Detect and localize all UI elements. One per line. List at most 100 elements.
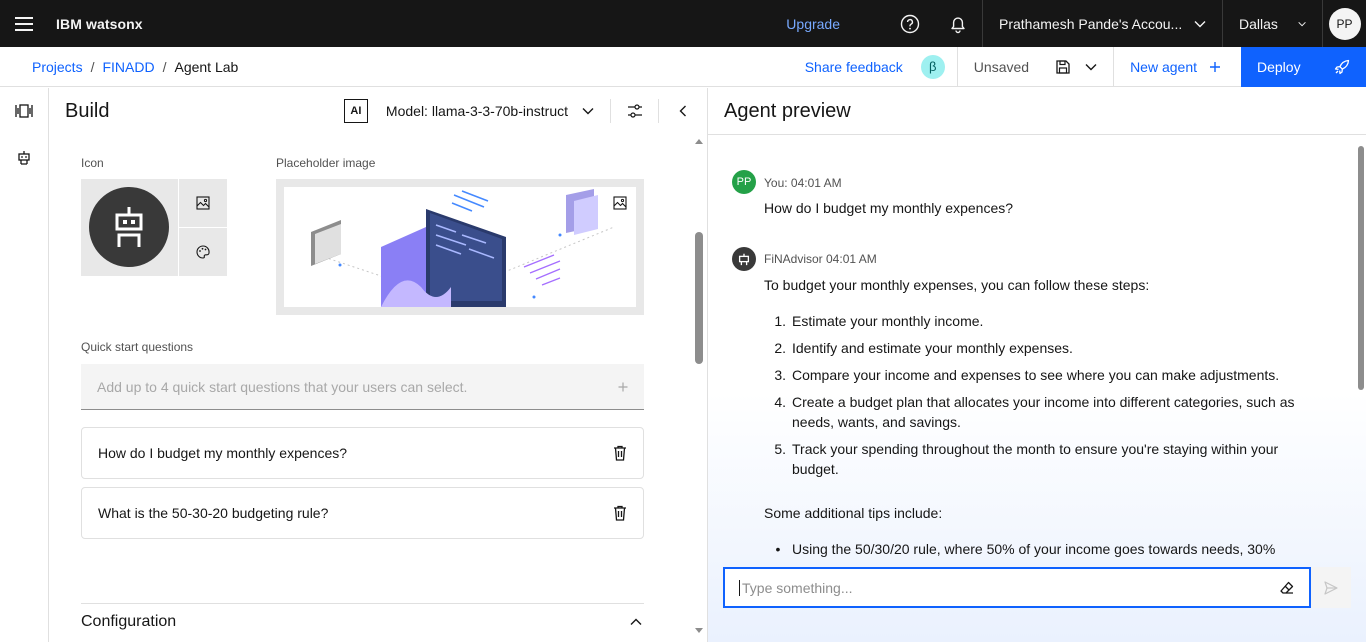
user-avatar: PP (732, 170, 756, 194)
list-item: 3. Compare your income and expenses to se… (774, 367, 1280, 383)
region-name: Dallas (1239, 15, 1278, 32)
new-agent-label: New agent (1130, 58, 1197, 75)
breadcrumb-finadd[interactable]: FINADD (102, 59, 154, 75)
robot-icon (89, 187, 169, 267)
deploy-button[interactable]: Deploy (1241, 46, 1366, 87)
left-rail (0, 88, 49, 642)
breadcrumb-separator: / (90, 58, 95, 75)
quick-question-text: What is the 50-30-20 budgeting rule? (98, 505, 329, 521)
collapse-panel-chevron-left-icon[interactable] (659, 88, 707, 135)
region-switcher[interactable]: Dallas (1222, 0, 1322, 47)
agent-icon-preview (81, 179, 178, 276)
eraser-icon[interactable] (1279, 580, 1295, 596)
section-divider (81, 603, 644, 604)
agent-tips-intro: Some additional tips include: (764, 505, 943, 521)
model-settings-sliders-icon[interactable] (611, 99, 659, 123)
message-input[interactable]: Type something... (723, 567, 1311, 608)
deploy-label: Deploy (1257, 58, 1301, 75)
list-item: 1. Estimate your monthly income. (774, 313, 984, 329)
breadcrumb-separator: / (162, 58, 167, 75)
quick-start-input[interactable]: Add up to 4 quick start questions that y… (81, 364, 644, 410)
chevron-up-icon (630, 618, 642, 625)
image-icon (613, 196, 627, 210)
secondary-toolbar: Projects / FINADD / Agent Lab Share feed… (0, 46, 1366, 87)
list-item: 4. Create a budget plan that allocates yo… (764, 392, 1309, 432)
breadcrumb-projects[interactable]: Projects (32, 59, 83, 75)
list-item: 5. Track your spending throughout the mon… (764, 439, 1309, 479)
breadcrumb-current: Agent Lab (174, 58, 239, 75)
scroll-down-arrow-icon[interactable] (695, 628, 703, 634)
build-header: Build AI Model: llama-3-3-70b-instruct (49, 88, 707, 135)
list-item: 2. Identify and estimate your monthly exp… (774, 340, 1073, 356)
hamburger-menu-icon[interactable] (0, 0, 48, 47)
account-name: Prathamesh Pande's Accou... (999, 15, 1183, 32)
preview-title: Agent preview (708, 88, 1366, 135)
placeholder-image-frame (276, 179, 644, 315)
upgrade-link[interactable]: Upgrade (786, 16, 840, 32)
step-text: Create a budget plan that allocates your… (792, 394, 1295, 430)
share-feedback-link[interactable]: Share feedback (805, 59, 903, 75)
notification-bell-icon[interactable] (934, 0, 982, 47)
upload-placeholder-image-button[interactable] (596, 179, 644, 227)
send-button[interactable] (1311, 567, 1351, 608)
configuration-accordion[interactable]: Configuration (81, 613, 644, 631)
avatar: PP (1328, 7, 1361, 40)
placeholder-image-label: Placeholder image (276, 156, 376, 170)
new-agent-button[interactable]: New agent (1114, 47, 1241, 87)
step-text: Track your spending throughout the month… (792, 441, 1279, 477)
build-scrollbar[interactable] (695, 232, 703, 364)
color-palette-icon (196, 245, 210, 259)
user-message-meta: You: 04:01 AM (764, 176, 842, 190)
build-title: Build (65, 99, 110, 122)
quick-start-label: Quick start questions (81, 340, 194, 354)
build-panel: Build AI Model: llama-3-3-70b-instruct I… (49, 88, 708, 642)
icon-label: Icon (81, 156, 104, 170)
ai-badge: AI (343, 99, 368, 123)
add-question-plus-icon[interactable] (618, 382, 628, 392)
save-options-chevron-down-icon[interactable] (1085, 63, 1097, 71)
step-text: Identify and estimate your monthly expen… (792, 340, 1073, 356)
layout-toggle-icon[interactable] (0, 88, 48, 134)
agent-robot-icon (732, 247, 756, 271)
top-header: IBM watsonx Upgrade Prathamesh Pande's A… (0, 0, 1366, 47)
tip-text: Using the 50/30/20 rule, where 50% of yo… (792, 541, 1276, 557)
icon-color-palette-button[interactable] (179, 228, 227, 276)
quick-question-text: How do I budget my monthly expences? (98, 445, 348, 461)
configuration-title: Configuration (81, 613, 177, 630)
quick-question-card[interactable]: What is the 50-30-20 budgeting rule? (81, 487, 644, 539)
upload-icon-image-button[interactable] (179, 179, 227, 227)
step-text: Estimate your monthly income. (792, 313, 984, 329)
chevron-down-icon (1298, 21, 1306, 26)
brand-name[interactable]: IBM watsonx (56, 16, 143, 32)
agent-tips-list: • Using the 50/30/20 rule, where 50% of y… (764, 539, 1309, 559)
scroll-up-arrow-icon[interactable] (695, 138, 703, 144)
chevron-down-icon (1194, 20, 1206, 27)
breadcrumb: Projects / FINADD / Agent Lab (0, 59, 238, 75)
account-switcher[interactable]: Prathamesh Pande's Accou... (982, 0, 1222, 47)
model-selector[interactable]: Model: llama-3-3-70b-instruct (386, 99, 611, 123)
save-group: Unsaved (956, 46, 1115, 87)
user-profile-button[interactable]: PP (1322, 0, 1366, 47)
chevron-down-icon (582, 108, 594, 115)
quick-question-card[interactable]: How do I budget my monthly expences? (81, 427, 644, 479)
send-icon (1324, 580, 1338, 595)
delete-trash-icon[interactable] (613, 445, 627, 461)
user-message-text: How do I budget my monthly expences? (764, 200, 1014, 216)
agent-message-intro: To budget your monthly expenses, you can… (764, 277, 1150, 293)
preview-scrollbar[interactable] (1358, 146, 1364, 390)
agent-steps-list: 1. Estimate your monthly income. 2. Identi… (764, 311, 1309, 486)
delete-trash-icon[interactable] (613, 505, 627, 521)
help-icon[interactable] (886, 0, 934, 47)
agent-robot-icon[interactable] (0, 134, 48, 180)
agent-preview-panel: Agent preview PP You: 04:01 AM How do I … (708, 88, 1366, 642)
quick-start-placeholder: Add up to 4 quick start questions that y… (97, 378, 468, 395)
model-name: Model: llama-3-3-70b-instruct (385, 103, 568, 119)
rocket-icon (1334, 59, 1350, 74)
save-icon[interactable] (1055, 59, 1071, 75)
plus-icon (1210, 61, 1220, 72)
agent-message-meta: FiNAdvisor 04:01 AM (764, 252, 877, 266)
placeholder-illustration (284, 187, 636, 307)
image-icon (196, 196, 210, 210)
list-item: • Using the 50/30/20 rule, where 50% of y… (775, 541, 1276, 557)
beta-badge: β (920, 54, 945, 79)
